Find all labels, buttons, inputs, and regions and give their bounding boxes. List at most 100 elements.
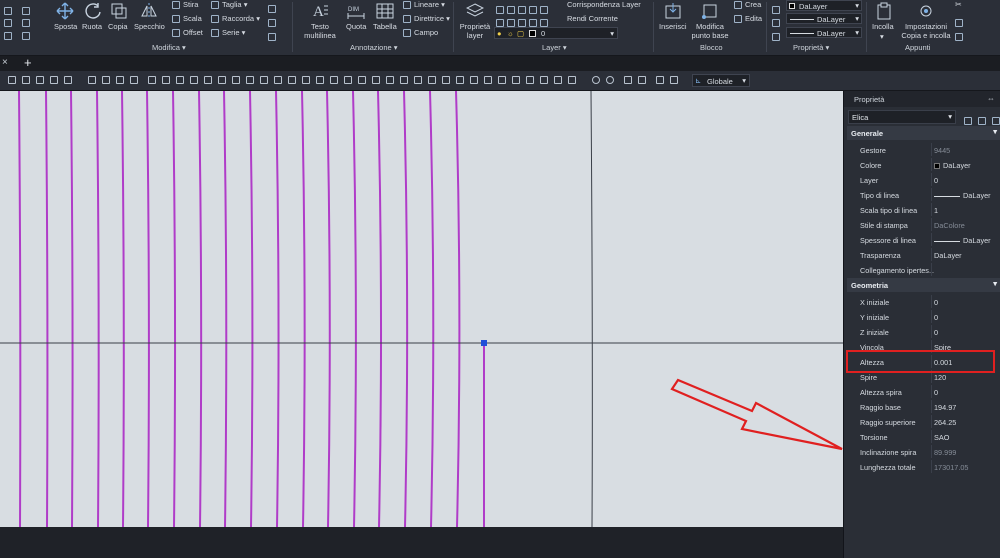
table-button[interactable]: Tabella — [372, 2, 398, 40]
edit-block-button[interactable]: Edita — [734, 14, 762, 24]
helix-turn-line[interactable] — [275, 91, 280, 527]
toolbar-icon[interactable] — [414, 76, 422, 84]
layer-dropdown[interactable]: ● ☼ ▢ 0 ▾ — [494, 27, 618, 39]
toolbar-icon[interactable] — [624, 76, 632, 84]
property-row[interactable]: Y iniziale 0 — [847, 309, 1000, 324]
helix-turn-line[interactable] — [96, 91, 100, 527]
property-row[interactable]: Inclinazione spira 89.999 — [847, 444, 1000, 459]
copy-clip-icon[interactable] — [955, 28, 966, 46]
mirror-button[interactable]: Specchio — [134, 2, 165, 40]
fillet-button[interactable]: Raccorda ▾ — [211, 14, 260, 24]
toolbar-icon[interactable] — [442, 76, 450, 84]
linetype-dropdown[interactable]: DaLayer ▾ — [786, 13, 862, 24]
toolbar-icon[interactable] — [260, 76, 268, 84]
property-value[interactable]: DaLayer — [934, 251, 962, 260]
layer-tool-icon[interactable] — [496, 5, 504, 14]
helix-turn-line[interactable] — [249, 91, 254, 527]
paste-settings-button[interactable]: Impostazioni Copia e incolla — [900, 2, 952, 42]
helix-turn-line[interactable] — [18, 91, 22, 527]
toolbar-icon[interactable] — [372, 76, 380, 84]
color-dropdown[interactable]: DaLayer ▾ — [786, 0, 862, 11]
make-current-button[interactable]: Rendi Corrente — [567, 14, 618, 23]
property-value[interactable]: DaLayer — [934, 236, 991, 245]
toolbar-icon[interactable] — [512, 76, 520, 84]
toolbar-icon[interactable] — [554, 76, 562, 84]
move-button[interactable]: Sposta — [54, 2, 77, 40]
helix-grip[interactable] — [481, 340, 487, 346]
base-point-button[interactable]: Modifica punto base — [690, 2, 730, 42]
toolbar-icon[interactable] — [288, 76, 296, 84]
toolbar-icon[interactable] — [344, 76, 352, 84]
property-row[interactable]: Z iniziale 0 — [847, 324, 1000, 339]
new-tab-button[interactable]: + — [24, 55, 32, 70]
property-value[interactable]: 0 — [934, 176, 938, 185]
property-value[interactable]: DaColore — [934, 221, 965, 230]
property-row[interactable]: Layer 0 — [847, 172, 1000, 187]
property-row[interactable]: Tipo di linea DaLayer — [847, 187, 1000, 202]
property-row[interactable]: Raggio base 194.97 — [847, 399, 1000, 414]
property-value[interactable]: 0 — [934, 298, 938, 307]
helix-turn-line[interactable] — [455, 91, 461, 527]
helix-turn-line[interactable] — [352, 91, 357, 527]
property-value[interactable]: 0 — [934, 328, 938, 337]
helix-turn-line[interactable] — [146, 91, 150, 527]
toolbar-icon[interactable] — [162, 76, 170, 84]
helix-turn-line[interactable] — [377, 91, 383, 527]
ucs-dropdown[interactable]: ⊾ Globale ▾ — [692, 74, 750, 87]
helix-turn-line[interactable] — [301, 91, 306, 527]
offset-button[interactable]: Offset — [172, 28, 203, 38]
toolbar-icon[interactable] — [428, 76, 436, 84]
toolbar-icon[interactable] — [526, 76, 534, 84]
paste-button[interactable]: Incolla ▾ — [870, 2, 898, 42]
panel-title-proprieta[interactable]: Proprietà ▾ — [793, 43, 829, 52]
property-row[interactable]: Colore DaLayer — [847, 157, 1000, 172]
zoom-in-icon[interactable] — [592, 76, 600, 84]
linear-dim-button[interactable]: Lineare ▾ — [403, 0, 445, 10]
toolbar-icon[interactable] — [102, 76, 110, 84]
property-value[interactable]: DaLayer — [934, 191, 991, 200]
layer-properties-button[interactable]: Proprietà layer — [458, 2, 492, 42]
section-generale[interactable]: Generale ▾ — [847, 126, 1000, 140]
mtext-button[interactable]: A Testo multilinea — [302, 2, 338, 42]
toolbar-icon[interactable] — [50, 76, 58, 84]
toolbar-icon[interactable] — [116, 76, 124, 84]
toolbar-icon[interactable] — [22, 76, 30, 84]
toolbar-icon[interactable] — [64, 76, 72, 84]
toolbar-icon[interactable] — [246, 76, 254, 84]
toolbar-icon[interactable] — [400, 76, 408, 84]
toolbar-icon[interactable] — [330, 76, 338, 84]
property-value[interactable]: 194.97 — [934, 403, 956, 412]
property-row[interactable]: Stile di stampa DaColore — [847, 217, 1000, 232]
cut-icon[interactable]: ✂ — [955, 0, 962, 9]
property-row[interactable]: Raggio superiore 264.25 — [847, 414, 1000, 429]
helix-turn-line[interactable] — [403, 91, 409, 527]
zoom-out-icon[interactable] — [606, 76, 614, 84]
layer-tool-icon[interactable] — [540, 5, 548, 14]
property-value[interactable]: 89.999 — [934, 448, 956, 457]
close-tab-icon[interactable]: × — [2, 57, 8, 68]
property-value[interactable]: 0 — [934, 313, 938, 322]
helix-turn-line[interactable] — [172, 91, 177, 527]
toolbar-icon[interactable] — [540, 76, 548, 84]
toolbar-icon[interactable] — [218, 76, 226, 84]
toolbar-icon[interactable] — [8, 76, 16, 84]
property-value[interactable]: 120 — [934, 373, 946, 382]
helix-turn-line[interactable] — [223, 91, 228, 527]
panel-title-modifica[interactable]: Modifica ▾ — [152, 43, 186, 52]
layer-tool-icon[interactable] — [507, 18, 515, 27]
copy-button[interactable]: Copia — [108, 2, 130, 40]
property-value[interactable]: 173017.05 — [934, 463, 969, 472]
property-row[interactable]: Trasparenza DaLayer — [847, 247, 1000, 262]
toolbar-icon[interactable] — [232, 76, 240, 84]
field-button[interactable]: Campo — [403, 28, 438, 38]
insert-button[interactable]: Inserisci — [658, 2, 688, 40]
helix-turn-line[interactable] — [121, 91, 125, 527]
toolbar-icon[interactable] — [358, 76, 366, 84]
toolbar-icon[interactable] — [36, 76, 44, 84]
property-value[interactable]: 264.25 — [934, 418, 956, 427]
toolbar-icon[interactable] — [204, 76, 212, 84]
toolbar-icon[interactable] — [670, 76, 678, 84]
trim-button[interactable]: Taglia ▾ — [211, 0, 247, 10]
drawing-canvas[interactable] — [0, 91, 843, 527]
lineweight-dropdown[interactable]: DaLayer ▾ — [786, 27, 862, 38]
